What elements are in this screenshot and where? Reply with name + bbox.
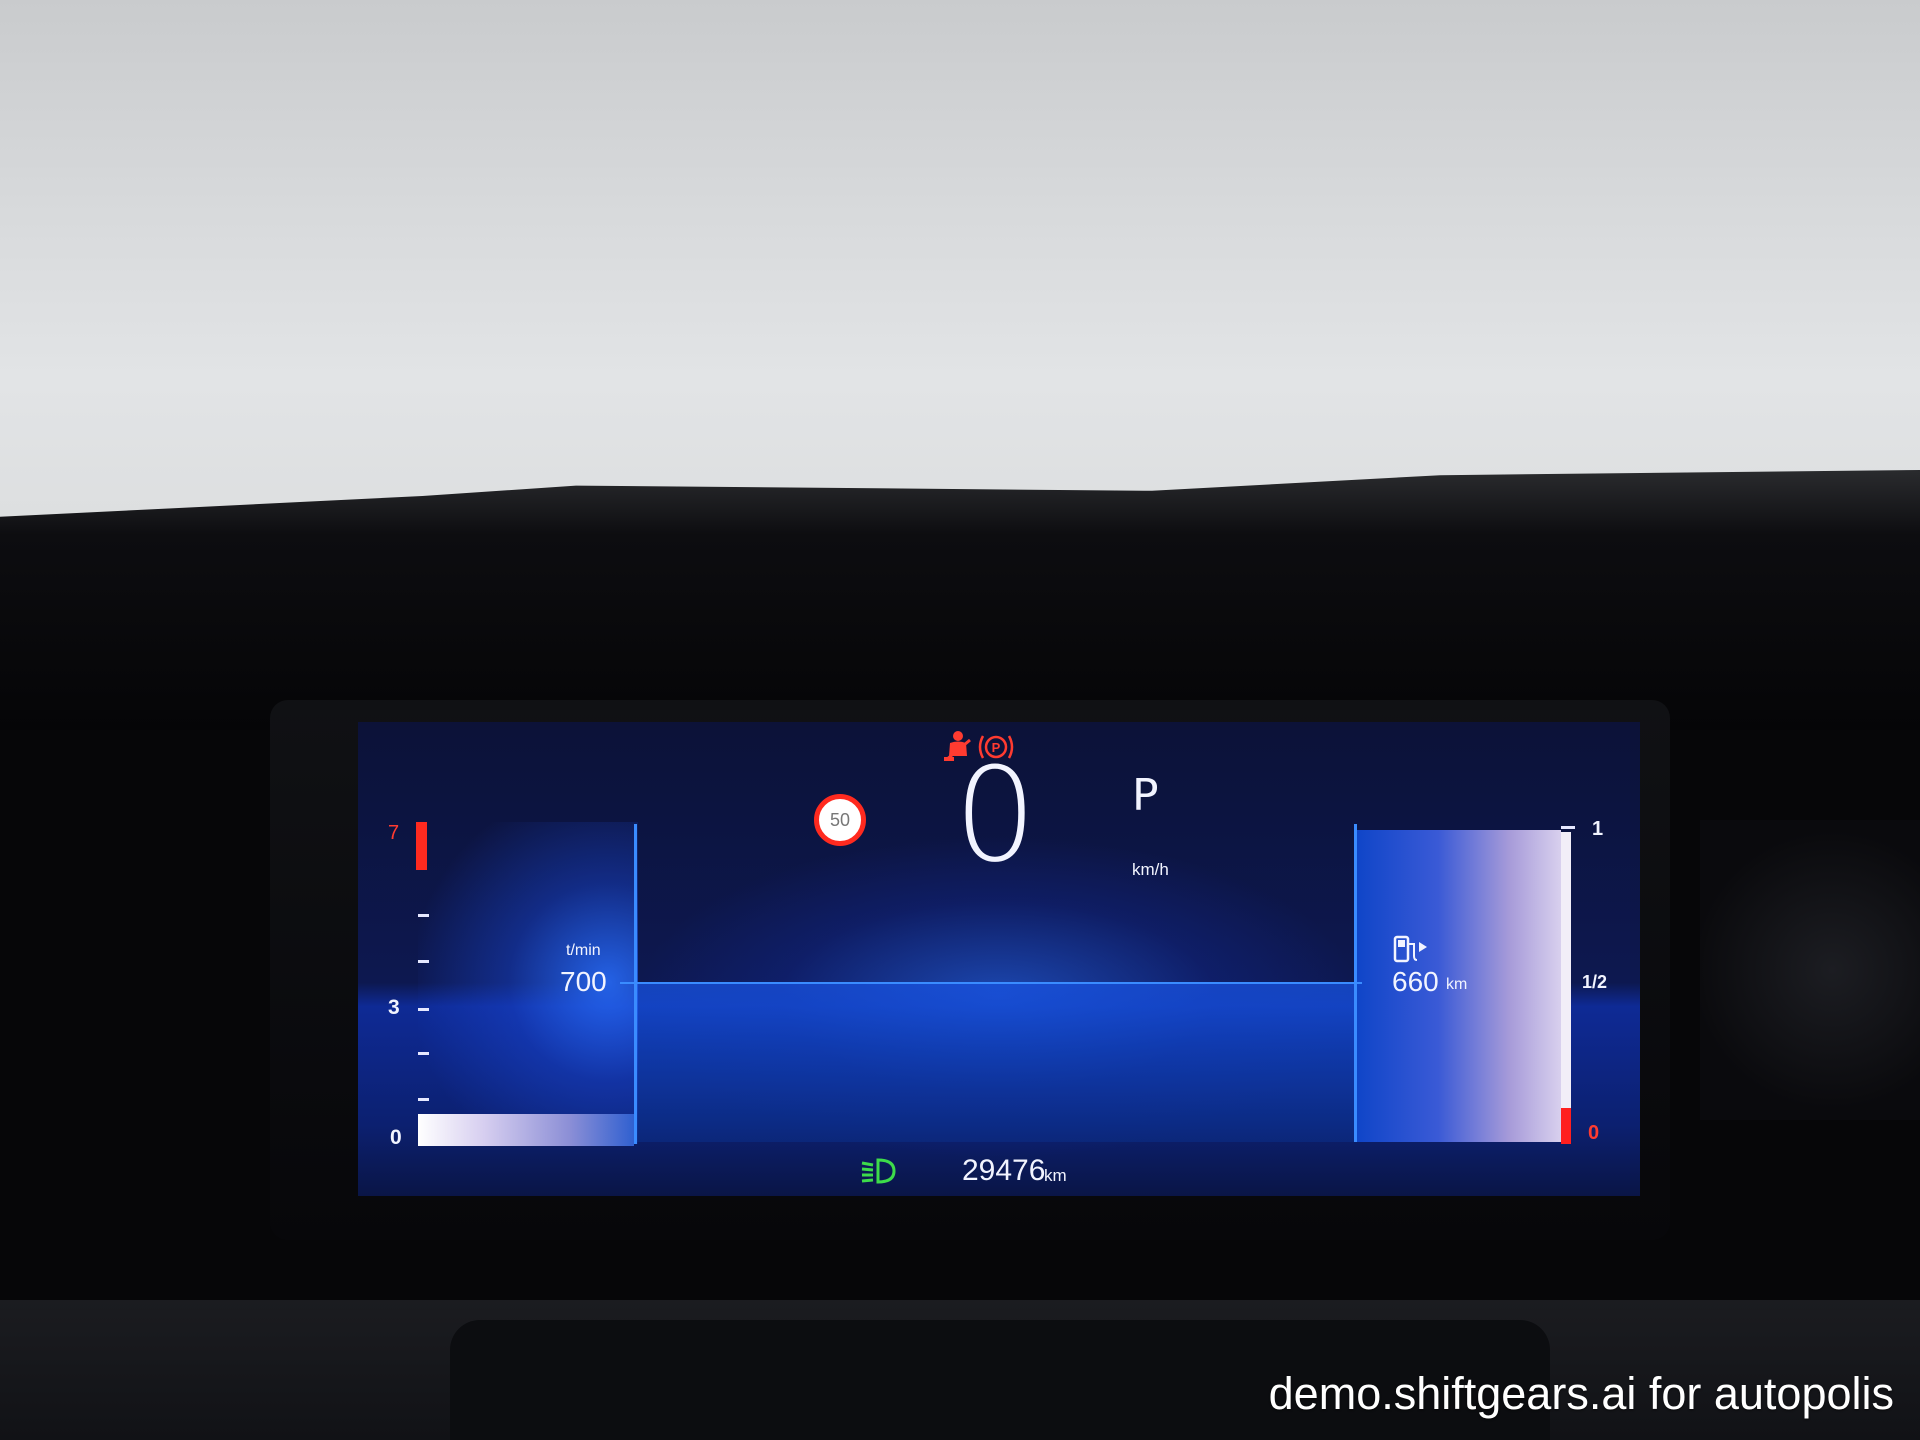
rpm-tick xyxy=(418,1098,429,1101)
watermark-text: demo.shiftgears.ai for autopolis xyxy=(1268,1368,1894,1419)
odometer-value: 29476 xyxy=(962,1154,1046,1187)
fuel-half-label: 1/2 xyxy=(1582,972,1608,992)
rpm-unit-label: t/min xyxy=(566,942,601,959)
rpm-min-label: 0 xyxy=(390,1126,402,1149)
rpm-redline-bar xyxy=(416,822,427,870)
fuel-pump-icon xyxy=(1393,935,1427,963)
rpm-tick xyxy=(418,1052,429,1055)
dashboard-top-cover xyxy=(0,470,1920,730)
rpm-max-label: 7 xyxy=(388,822,400,844)
dashboard-scene: P 50 0 P km/h 7 3 0 t/min 700 660 km 1 1… xyxy=(0,0,1920,1440)
background-wall xyxy=(0,0,1920,540)
speed-limit-sign: 50 xyxy=(814,794,866,846)
rpm-mid-label: 3 xyxy=(388,996,400,1019)
range-value: 660 xyxy=(1392,966,1439,997)
speed-readout: 0 xyxy=(954,739,1037,891)
range-unit: km xyxy=(1446,976,1468,993)
rpm-tick xyxy=(418,914,429,917)
headlight-icon xyxy=(861,1158,896,1184)
right-vent-area xyxy=(1700,820,1920,1120)
speed-limit-value: 50 xyxy=(829,810,851,830)
tachometer-edge-line xyxy=(634,824,637,1144)
center-band xyxy=(634,982,1354,1142)
fuel-empty-label: 0 xyxy=(1588,1122,1600,1144)
speed-unit: km/h xyxy=(1132,860,1169,879)
rpm-tick xyxy=(418,1008,429,1011)
rpm-value: 700 xyxy=(560,966,607,997)
gear-indicator: P xyxy=(1132,770,1159,821)
tachometer-marker xyxy=(620,982,636,984)
rpm-tick xyxy=(418,960,429,963)
fuel-marker xyxy=(1348,982,1362,984)
instrument-cluster-screen: P 50 0 P km/h 7 3 0 t/min 700 660 km 1 1… xyxy=(358,722,1640,1196)
rpm-bar xyxy=(418,1114,634,1146)
fuel-tick xyxy=(1561,826,1575,829)
center-divider-line xyxy=(634,982,1354,984)
fuel-full-label: 1 xyxy=(1592,818,1604,840)
odometer-unit: km xyxy=(1044,1166,1067,1185)
fuel-gauge-track xyxy=(1561,832,1571,1144)
fuel-gauge-level xyxy=(1561,1108,1571,1144)
